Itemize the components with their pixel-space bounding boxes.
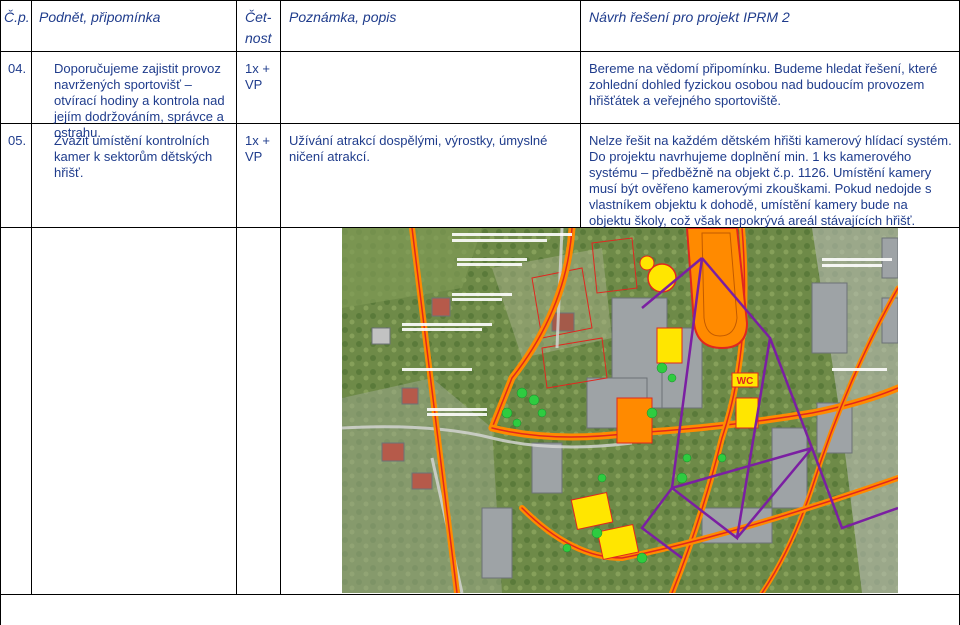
row-suggestion: Doporučujeme zajistit provoz navržených … bbox=[54, 61, 225, 140]
header-proposal: Návrh řešení pro projekt IPRM 2 bbox=[589, 9, 790, 25]
document-table: Č.p. Podnět, připomínka Čet- nost Poznám… bbox=[0, 0, 960, 625]
row-frequency: 1x + bbox=[245, 61, 270, 76]
row-proposal: Bereme na vědomí připomínku. Budeme hled… bbox=[589, 61, 938, 108]
col-divider bbox=[236, 0, 237, 594]
table-header-divider bbox=[0, 51, 960, 52]
row-num: 05. bbox=[8, 133, 27, 148]
table-border-left bbox=[0, 0, 1, 625]
header-suggestion: Podnět, připomínka bbox=[39, 9, 161, 25]
wc-label: WC bbox=[737, 376, 754, 387]
header-num: Č.p. bbox=[4, 9, 30, 25]
row-note: Užívání atrakcí dospělými, výrostky, úmy… bbox=[289, 133, 548, 164]
row-proposal-line-1: Nelze řešit na každém dětském hřišti kam… bbox=[589, 133, 952, 148]
header-frequency-2: nost bbox=[245, 30, 272, 46]
row-proposal-line-2: Do projektu navrhujeme doplnění min. 1 k… bbox=[589, 149, 932, 228]
col-divider bbox=[31, 0, 32, 594]
table-border-bottom bbox=[0, 594, 960, 595]
row-num: 04. bbox=[8, 61, 27, 76]
col-divider bbox=[580, 0, 581, 228]
row-frequency: VP bbox=[245, 77, 263, 92]
header-frequency-1: Čet- bbox=[245, 9, 272, 25]
row-frequency: VP bbox=[245, 149, 263, 164]
header-note: Poznámka, popis bbox=[289, 9, 397, 25]
col-divider bbox=[280, 0, 281, 594]
row-suggestion: Zvážit umístění kontrolních kamer k sekt… bbox=[54, 133, 213, 180]
aerial-site-map: WC bbox=[342, 228, 898, 593]
table-border-top bbox=[0, 0, 960, 1]
row-frequency: 1x + bbox=[245, 133, 270, 148]
